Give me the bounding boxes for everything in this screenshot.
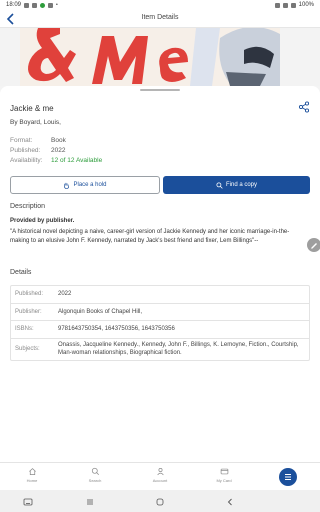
battery-level: 100% — [298, 2, 314, 8]
description-text: "A historical novel depicting a naive, c… — [10, 229, 290, 244]
keyboard-button[interactable] — [22, 495, 34, 507]
more-notifications-icon: • — [56, 2, 58, 8]
details-label: ISBNs: — [15, 326, 34, 333]
bluetooth-icon — [274, 2, 280, 8]
edit-button[interactable] — [307, 238, 320, 252]
details-heading: Details — [10, 269, 32, 276]
share-button[interactable] — [298, 100, 310, 113]
page-title: Item Details — [141, 14, 179, 21]
nav-account[interactable]: Account — [140, 467, 180, 489]
find-copy-button[interactable]: Find a copy — [163, 176, 310, 194]
format-label: Format: — [10, 137, 33, 144]
details-value: Onassis, Jacqueline Kennedy., Kennedy, J… — [58, 342, 299, 356]
notification-icon — [32, 2, 38, 8]
nav-search-label: Search — [88, 478, 102, 483]
hand-icon — [64, 182, 70, 189]
details-value: Algonquin Books of Chapel Hill, — [58, 308, 143, 315]
provided-by-publisher: Provided by publisher. — [10, 218, 75, 224]
keyboard-icon — [23, 498, 33, 506]
item-title: Jackie & me — [10, 104, 54, 113]
app-notification-icon — [40, 2, 46, 8]
system-navigation-bar — [0, 490, 320, 512]
details-label: Subjects: — [15, 346, 40, 352]
cover-image-area — [0, 28, 320, 86]
availability-label: Availability: — [10, 157, 43, 164]
published-row: Published: 2022 — [10, 147, 65, 154]
place-hold-button[interactable]: Place a hold — [10, 176, 160, 194]
format-row: Format: Book — [10, 137, 66, 144]
place-hold-label: Place a hold — [73, 182, 107, 188]
pencil-icon — [311, 243, 317, 249]
item-author: By Boyard, Louis, — [10, 119, 61, 126]
sheet-drag-handle[interactable] — [140, 89, 180, 91]
bottom-navigation: Home Search Account My Card — [0, 462, 320, 490]
nav-search[interactable]: Search — [75, 467, 115, 489]
nav-home-label: Home — [26, 478, 38, 483]
details-label: Publisher: — [15, 308, 42, 315]
details-row-publisher: Publisher: Algonquin Books of Chapel Hil… — [11, 304, 309, 321]
home-icon — [28, 468, 36, 476]
recent-apps-button[interactable] — [84, 495, 96, 507]
battery-icon — [290, 2, 296, 8]
wifi-icon — [282, 2, 288, 8]
nav-account-label: Account — [152, 478, 168, 483]
details-row-subjects: Subjects: Onassis, Jacqueline Kennedy., … — [11, 339, 309, 360]
status-time: 18:09 — [6, 2, 22, 8]
details-table: Published: 2022 Publisher: Algonquin Boo… — [10, 285, 310, 361]
details-value: 2022 — [58, 291, 72, 298]
circle-home-icon — [156, 498, 164, 506]
nav-my-card[interactable]: My Card — [204, 467, 244, 489]
details-value: 9781643750354, 1643750356, 1643750356 — [58, 326, 175, 333]
notification-icon — [48, 2, 54, 8]
app-bar: Item Details — [0, 10, 320, 28]
published-label: Published: — [10, 147, 41, 154]
nav-my-card-label: My Card — [216, 478, 232, 483]
status-bar: 18:09 • 100% — [0, 0, 320, 10]
back-system-button[interactable] — [224, 495, 236, 507]
details-row-isbns: ISBNs: 9781643750354, 1643750356, 164375… — [11, 321, 309, 339]
published-value: 2022 — [51, 147, 66, 154]
details-label: Published: — [15, 291, 44, 298]
nav-home[interactable]: Home — [12, 467, 52, 489]
home-system-button[interactable] — [154, 495, 166, 507]
format-value: Book — [51, 137, 66, 144]
details-row-published: Published: 2022 — [11, 286, 309, 304]
chevron-left-icon — [227, 498, 232, 506]
availability-row: Availability: 12 of 12 Available — [10, 157, 102, 164]
find-copy-label: Find a copy — [225, 182, 258, 188]
card-icon — [220, 468, 228, 475]
menu-icon — [285, 474, 291, 480]
account-icon — [156, 467, 164, 476]
search-icon — [216, 181, 223, 189]
notification-icon — [24, 2, 30, 8]
description-heading: Description — [10, 203, 46, 210]
availability-value: 12 of 12 Available — [51, 157, 103, 164]
book-cover-art — [20, 28, 280, 86]
menu-button[interactable] — [279, 468, 297, 486]
share-icon — [298, 101, 310, 113]
search-icon — [91, 467, 99, 475]
book-cover-image[interactable] — [20, 28, 280, 86]
recents-icon — [87, 499, 93, 505]
